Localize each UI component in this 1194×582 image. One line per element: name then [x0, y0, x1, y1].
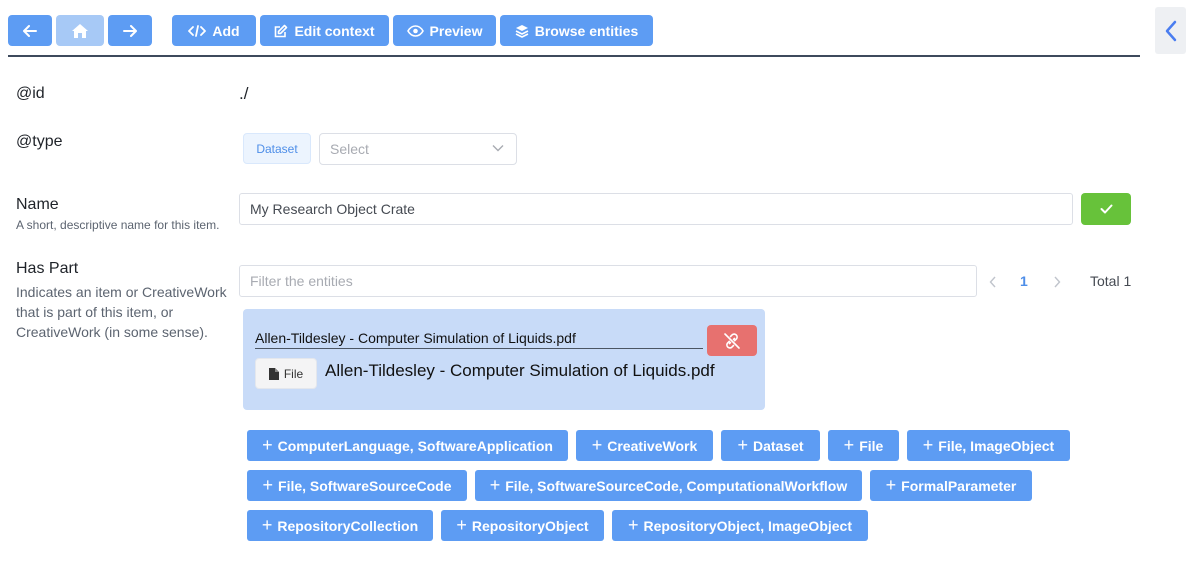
add-button-label: RepositoryObject	[471, 517, 589, 534]
arrow-right-icon	[123, 24, 137, 37]
unlink-icon	[724, 332, 740, 349]
back-button[interactable]	[8, 15, 52, 46]
add-formalparameter-button[interactable]: + FormalParameter	[870, 470, 1032, 501]
plus-icon: +	[737, 434, 748, 455]
add-button-label: RepositoryObject, ImageObject	[643, 517, 853, 534]
pager-next-icon[interactable]	[1053, 276, 1061, 288]
plus-icon: +	[627, 514, 639, 535]
entity-name-field[interactable]: Allen-Tildesley - Computer Simulation of…	[255, 330, 703, 349]
sidebar-toggle-button[interactable]	[1155, 7, 1186, 54]
add-file-softwaresourcecode-computationalworkflow-button[interactable]: + File, SoftwareSourceCode, Computational…	[475, 470, 862, 501]
name-help: A short, descriptive name for this item.	[16, 218, 220, 232]
name-label: Name	[16, 196, 59, 213]
add-button-label: FormalParameter	[901, 477, 1017, 494]
home-button[interactable]	[56, 15, 104, 46]
add-computerlanguage-softwareapplication-button[interactable]: + ComputerLanguage, SoftwareApplication	[247, 430, 568, 461]
add-button[interactable]: Add	[172, 15, 256, 46]
add-repositoryobject-button[interactable]: + RepositoryObject	[441, 510, 604, 541]
add-button-label: ComputerLanguage, SoftwareApplication	[277, 437, 553, 454]
browse-entities-label: Browse entities	[534, 22, 639, 39]
add-button-label: File	[859, 437, 884, 454]
save-name-button[interactable]	[1081, 193, 1131, 225]
plus-icon: +	[922, 434, 934, 455]
add-button-label: Add	[212, 22, 240, 39]
type-label: @type	[16, 133, 63, 150]
add-button-label: CreativeWork	[607, 437, 698, 454]
add-repositoryobject-imageobject-button[interactable]: + RepositoryObject, ImageObject	[612, 510, 868, 541]
plus-icon: +	[262, 434, 273, 455]
entity-type-label: File	[283, 366, 304, 381]
add-repositorycollection-button[interactable]: + RepositoryCollection	[247, 510, 433, 541]
home-icon	[72, 23, 88, 38]
entity-type-button[interactable]: File	[255, 358, 317, 389]
type-select[interactable]: Select	[319, 133, 517, 165]
chevron-left-icon	[1165, 20, 1176, 41]
plus-icon: +	[262, 474, 274, 495]
plus-icon: +	[843, 434, 855, 455]
has-part-help-line-3: CreativeWork (in some sense).	[16, 324, 208, 340]
edit-icon	[275, 24, 288, 37]
add-button-label: Dataset	[752, 437, 804, 454]
add-button-label: RepositoryCollection	[277, 517, 419, 534]
chevron-down-icon	[492, 145, 504, 152]
check-icon	[1100, 204, 1112, 214]
id-value: ./	[239, 84, 249, 103]
plus-icon: +	[261, 514, 273, 535]
id-label: @id	[16, 85, 45, 102]
add-file-imageobject-button[interactable]: + File, ImageObject	[907, 430, 1070, 461]
browse-entities-button[interactable]: Browse entities	[500, 15, 653, 46]
preview-label: Preview	[429, 22, 483, 39]
plus-icon: +	[456, 514, 467, 535]
layers-icon	[515, 24, 529, 38]
type-tag-dataset: Dataset	[243, 133, 311, 164]
filter-entities-input[interactable]: Filter the entities	[239, 265, 977, 297]
plus-icon: +	[489, 474, 501, 495]
edit-context-button[interactable]: Edit context	[260, 15, 389, 46]
forward-button[interactable]	[108, 15, 152, 46]
toolbar-divider	[8, 55, 1140, 57]
add-button-label: File, ImageObject	[938, 437, 1055, 454]
edit-context-label: Edit context	[294, 22, 375, 39]
code-icon	[188, 24, 207, 37]
add-button-label: File, SoftwareSourceCode	[278, 477, 452, 494]
add-creativework-button[interactable]: + CreativeWork	[576, 430, 713, 461]
pager-current-page[interactable]: 1	[1020, 273, 1028, 289]
has-part-help-line-1: Indicates an item or CreativeWork	[16, 284, 227, 300]
entity-title[interactable]: Allen-Tildesley - Computer Simulation of…	[325, 361, 715, 381]
pager-total: Total 1	[1090, 273, 1132, 289]
name-input[interactable]: My Research Object Crate	[239, 193, 1073, 225]
unlink-button[interactable]	[707, 325, 757, 356]
add-button-label: File, SoftwareSourceCode, ComputationalW…	[505, 477, 848, 494]
add-file-softwaresourcecode-button[interactable]: + File, SoftwareSourceCode	[247, 470, 467, 501]
pager-prev-icon[interactable]	[989, 276, 997, 288]
linked-entity-card: Allen-Tildesley - Computer Simulation of…	[243, 309, 765, 410]
add-dataset-button[interactable]: + Dataset	[721, 430, 820, 461]
has-part-help-line-2: that is part of this item, or	[16, 304, 174, 320]
plus-icon: +	[885, 474, 897, 495]
has-part-label: Has Part	[16, 260, 79, 277]
eye-icon	[406, 24, 424, 37]
preview-button[interactable]: Preview	[393, 15, 496, 46]
arrow-left-icon	[23, 24, 37, 37]
plus-icon: +	[591, 434, 603, 455]
add-file-button[interactable]: + File	[828, 430, 899, 461]
type-select-placeholder: Select	[330, 141, 369, 157]
file-icon	[268, 367, 279, 380]
